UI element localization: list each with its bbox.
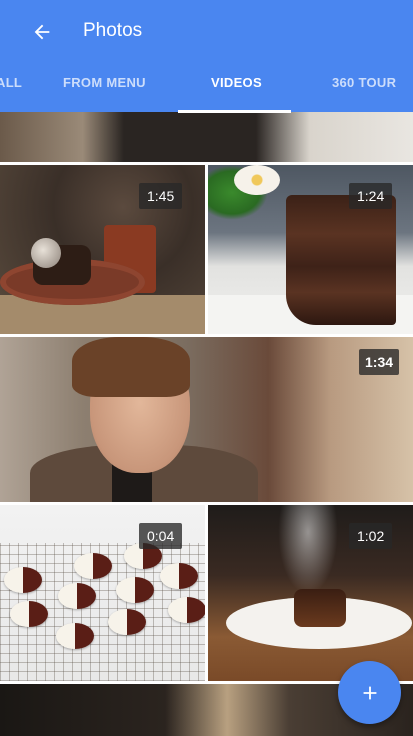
tab-360-tour[interactable]: 360 TOUR (332, 62, 396, 110)
tab-from-menu[interactable]: FROM MENU (63, 62, 146, 110)
video-duration-badge: 1:24 (349, 183, 393, 209)
thumbnail-image (74, 553, 112, 579)
video-thumbnail-partial-top[interactable] (0, 112, 413, 162)
thumbnail-image (286, 195, 396, 325)
thumbnail-image (168, 597, 205, 623)
video-thumbnail-chocolate-cake[interactable]: 1:24 (208, 165, 413, 334)
tab-bar: ALL FROM MENU VIDEOS 360 TOUR (0, 62, 413, 113)
arrow-back-icon (34, 24, 50, 40)
thumbnail-image (31, 238, 61, 268)
thumbnail-image (294, 589, 346, 627)
thumbnail-image (116, 577, 154, 603)
tab-videos[interactable]: VIDEOS (211, 62, 262, 110)
video-thumbnail-dessert-mug[interactable]: 1:45 (0, 165, 205, 334)
plus-icon (363, 686, 376, 699)
thumbnail-image (278, 505, 338, 595)
video-thumbnail-cookies[interactable]: 0:04 (0, 505, 205, 681)
thumbnail-image (160, 563, 198, 589)
thumbnail-image (10, 601, 48, 627)
active-tab-indicator (178, 110, 291, 113)
page-title: Photos (83, 20, 143, 41)
thumbnail-image (108, 609, 146, 635)
add-button[interactable] (338, 661, 401, 724)
tab-all[interactable]: ALL (0, 62, 22, 110)
app-bar: Photos ALL FROM MENU VIDEOS 360 TOUR (0, 0, 413, 113)
video-duration-badge: 1:34 (359, 349, 400, 375)
video-duration-badge: 1:45 (139, 183, 183, 209)
thumbnail-image (72, 337, 190, 397)
video-duration-badge: 1:02 (349, 523, 393, 549)
video-duration-badge: 0:04 (139, 523, 183, 549)
thumbnail-image (58, 583, 96, 609)
thumbnail-image (56, 623, 94, 649)
video-grid: 1:45 1:24 1:34 0:04 1:02 (0, 112, 413, 736)
video-thumbnail-plated-dessert[interactable]: 1:02 (208, 505, 413, 681)
video-thumbnail-interview[interactable]: 1:34 (0, 337, 413, 502)
thumbnail-image (234, 165, 280, 195)
thumbnail-image (4, 567, 42, 593)
back-button[interactable] (26, 16, 58, 48)
